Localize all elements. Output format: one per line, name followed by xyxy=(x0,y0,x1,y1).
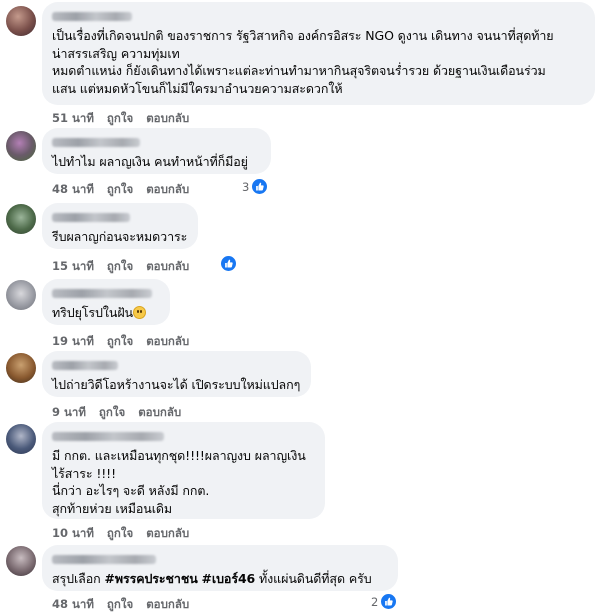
comment-text-prefix: สรุปเลือก xyxy=(52,571,105,586)
avatar[interactable] xyxy=(6,131,36,161)
like-button[interactable]: ถูกใจ xyxy=(107,525,133,543)
comment-time[interactable]: 19 นาที xyxy=(52,333,94,351)
avatar[interactable] xyxy=(6,424,36,454)
comment-meta: 51 นาที ถูกใจ ตอบกลับ xyxy=(52,110,189,128)
reply-button[interactable]: ตอบกลับ xyxy=(146,110,189,128)
like-icon xyxy=(221,256,236,271)
comment-bubble: ไปทำไม ผลาญเงิน คนทำหน้าที่ก็มีอยู่ xyxy=(42,128,271,174)
reaction-count: 2 xyxy=(371,594,379,609)
reaction-count: 3 xyxy=(242,179,250,194)
grimace-emoji xyxy=(133,306,146,319)
comment-text: เป็นเรื่องที่เกิดจนปกติ ของราชการ รัฐวิส… xyxy=(52,28,554,96)
author-name-blurred[interactable] xyxy=(52,213,130,222)
avatar[interactable] xyxy=(6,204,36,234)
author-name-blurred[interactable] xyxy=(52,138,140,147)
author-name-blurred[interactable] xyxy=(52,555,156,564)
author-name-blurred[interactable] xyxy=(52,289,152,298)
like-icon xyxy=(252,179,268,194)
like-icon xyxy=(381,594,397,609)
like-button[interactable]: ถูกใจ xyxy=(99,404,125,422)
hashtag-link[interactable]: #พรรคประชาชน xyxy=(104,571,197,586)
comment-bubble: สรุปเลือก #พรรคประชาชน #เบอร์46 ทั้งแผ่น… xyxy=(42,545,398,591)
like-button[interactable]: ถูกใจ xyxy=(107,110,133,128)
comment-bubble: ทริปยุโรปในฝัน xyxy=(42,279,170,325)
avatar[interactable] xyxy=(6,546,36,576)
reply-button[interactable]: ตอบกลับ xyxy=(146,181,189,199)
reply-button[interactable]: ตอบกลับ xyxy=(138,404,181,422)
comment-text: ไปถ่ายวิดีโอหร้างานจะได้ เปิดระบบใหม่แปล… xyxy=(52,377,301,392)
comment-meta: 10 นาที ถูกใจ ตอบกลับ xyxy=(52,525,189,543)
like-button[interactable]: ถูกใจ xyxy=(107,333,133,351)
comment-meta: 19 นาที ถูกใจ ตอบกลับ xyxy=(52,333,189,351)
comment-bubble: ไปถ่ายวิดีโอหร้างานจะได้ เปิดระบบใหม่แปล… xyxy=(42,351,311,397)
author-name-blurred[interactable] xyxy=(52,432,164,441)
reply-button[interactable]: ตอบกลับ xyxy=(146,525,189,543)
comment-text: ไปทำไม ผลาญเงิน คนทำหน้าที่ก็มีอยู่ xyxy=(52,154,248,169)
comment-bubble: รีบผลาญก่อนจะหมดวาระ xyxy=(42,203,198,249)
author-name-blurred[interactable] xyxy=(52,361,118,370)
comment-time[interactable]: 48 นาที xyxy=(52,181,94,199)
comment-meta: 48 นาที ถูกใจ ตอบกลับ xyxy=(52,181,189,199)
hashtag-link[interactable]: #เบอร์46 xyxy=(202,571,256,586)
comment-bubble: เป็นเรื่องที่เกิดจนปกติ ของราชการ รัฐวิส… xyxy=(42,2,595,105)
reaction-summary[interactable] xyxy=(218,256,236,271)
reply-button[interactable]: ตอบกลับ xyxy=(146,596,189,614)
avatar[interactable] xyxy=(6,6,36,36)
comment-text-suffix: ทั้งแผ่นดินดีที่สุด ครับ xyxy=(255,571,372,586)
comment-text: ทริปยุโรปในฝัน xyxy=(52,304,160,322)
author-name-blurred[interactable] xyxy=(52,12,132,21)
comment-text-content: ทริปยุโรปในฝัน xyxy=(52,305,133,320)
comment-time[interactable]: 48 นาที xyxy=(52,596,94,614)
reply-button[interactable]: ตอบกลับ xyxy=(146,258,189,276)
comment-meta: 9 นาที ถูกใจ ตอบกลับ xyxy=(52,404,181,422)
like-button[interactable]: ถูกใจ xyxy=(107,596,133,614)
like-button[interactable]: ถูกใจ xyxy=(107,258,133,276)
avatar[interactable] xyxy=(6,353,36,383)
reaction-summary[interactable]: 3 xyxy=(242,179,268,194)
comment-bubble: มี กกต. และเหมือนทุกชุด!!!!ผลาญงบ ผลาญเง… xyxy=(42,422,325,519)
comment-meta: 15 นาที ถูกใจ ตอบกลับ xyxy=(52,258,189,276)
reply-button[interactable]: ตอบกลับ xyxy=(146,333,189,351)
comment-time[interactable]: 10 นาที xyxy=(52,525,94,543)
comment-text: สรุปเลือก #พรรคประชาชน #เบอร์46 ทั้งแผ่น… xyxy=(52,570,388,588)
reaction-summary[interactable]: 2 xyxy=(371,594,397,609)
comment-time[interactable]: 15 นาที xyxy=(52,258,94,276)
comment-time[interactable]: 9 นาที xyxy=(52,404,86,422)
like-button[interactable]: ถูกใจ xyxy=(107,181,133,199)
comment-text: รีบผลาญก่อนจะหมดวาระ xyxy=(52,229,188,244)
comment-time[interactable]: 51 นาที xyxy=(52,110,94,128)
comment-text: มี กกต. และเหมือนทุกชุด!!!!ผลาญงบ ผลาญเง… xyxy=(52,448,306,516)
avatar[interactable] xyxy=(6,280,36,310)
comment-meta: 48 นาที ถูกใจ ตอบกลับ xyxy=(52,596,189,614)
